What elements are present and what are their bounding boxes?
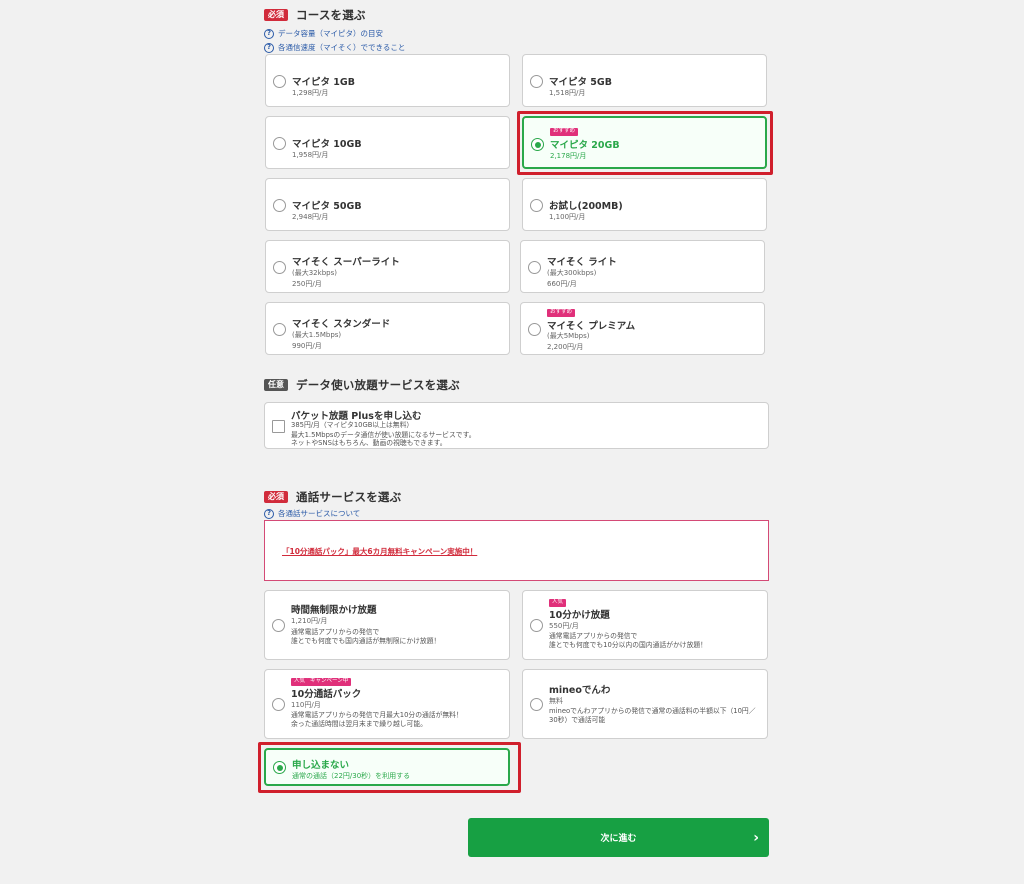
popular-tag: 人気 (549, 599, 567, 607)
plan-card-mypita-5gb[interactable]: マイピタ 5GB 1,518円/月 (522, 54, 767, 107)
popular-tag: 人気 (291, 678, 309, 686)
plan-card-mypita-1gb[interactable]: マイピタ 1GB 1,298円/月 (265, 54, 510, 107)
campaign-link[interactable]: 「10分通話パック」最大6カ月無料キャンペーン実施中！ (282, 546, 477, 557)
radio-button[interactable] (530, 698, 543, 711)
course-section-header: 必須 コースを選ぶ (264, 7, 366, 23)
radio-button[interactable] (273, 137, 286, 150)
question-icon: ? (264, 28, 274, 39)
call-option-mineo-denwa[interactable]: mineoでんわ 無料 mineoでんわアプリからの発信で通常の通話料の半額以下… (522, 669, 768, 739)
required-badge: 必須 (264, 9, 288, 21)
chevron-right-icon: › (753, 830, 759, 846)
question-icon: ? (264, 42, 274, 53)
radio-button[interactable] (273, 323, 286, 336)
call-option-10min-pack[interactable]: 人気 キャンペーン中 10分通話パック 110円/月 通常電話アプリからの発信で… (264, 669, 510, 739)
call-service-section-header: 必須 通話サービスを選ぶ (264, 489, 401, 505)
help-link-data-capacity[interactable]: ? データ容量（マイピタ）の目安 (264, 28, 383, 39)
data-service-section-header: 任意 データ使い放題サービスを選ぶ (264, 377, 460, 393)
section-title-data-service: データ使い放題サービスを選ぶ (296, 378, 460, 392)
plan-card-trial-200mb[interactable]: お試し(200MB) 1,100円/月 (522, 178, 767, 231)
call-option-none[interactable]: 申し込まない 通常の通話（22円/30秒）を利用する (264, 748, 510, 786)
plan-card-mysoku-standard[interactable]: マイそく スタンダード (最大1.5Mbps) 990円/月 (265, 302, 510, 355)
help-link-speed[interactable]: ? 各通信速度（マイそく）でできること (264, 42, 405, 53)
radio-button[interactable] (528, 323, 541, 336)
call-option-unlimited[interactable]: 時間無制限かけ放題 1,210円/月 通常電話アプリからの発信で 誰とでも何度で… (264, 590, 510, 660)
radio-button[interactable] (530, 75, 543, 88)
plan-card-mysoku-premium[interactable]: おすすめ マイそく プレミアム (最大5Mbps) 2,200円/月 (520, 302, 765, 355)
checkbox[interactable] (272, 420, 285, 433)
radio-button[interactable] (530, 619, 543, 632)
radio-button[interactable] (273, 75, 286, 88)
plan-card-mysoku-superlight[interactable]: マイそく スーパーライト (最大32kbps) 250円/月 (265, 240, 510, 293)
radio-button[interactable] (272, 698, 285, 711)
optional-badge: 任意 (264, 379, 288, 391)
radio-button[interactable] (528, 261, 541, 274)
campaign-banner: 「10分通話パック」最大6カ月無料キャンペーン実施中！ (264, 520, 769, 581)
next-button[interactable]: 次に進む › (468, 818, 769, 857)
campaign-tag: キャンペーン中 (307, 678, 352, 686)
radio-button[interactable] (530, 199, 543, 212)
call-option-10min-unlimited[interactable]: 人気 10分かけ放題 550円/月 通常電話アプリからの発信で 誰とでも何度でも… (522, 590, 768, 660)
plan-card-mypita-10gb[interactable]: マイピタ 10GB 1,958円/月 (265, 116, 510, 169)
section-title-course: コースを選ぶ (296, 8, 366, 22)
plan-card-mypita-20gb[interactable]: おすすめ マイピタ 20GB 2,178円/月 (522, 116, 767, 169)
radio-button-selected[interactable] (273, 761, 286, 774)
plan-card-mypita-50gb[interactable]: マイピタ 50GB 2,948円/月 (265, 178, 510, 231)
question-icon: ? (264, 508, 274, 519)
radio-button[interactable] (272, 619, 285, 632)
recommend-tag: おすすめ (547, 309, 576, 317)
section-title-call-service: 通話サービスを選ぶ (296, 490, 402, 504)
radio-button[interactable] (273, 199, 286, 212)
radio-button[interactable] (273, 261, 286, 274)
help-link-call-services[interactable]: ? 各通話サービスについて (264, 508, 360, 519)
packet-houdai-plus-option[interactable]: パケット放題 Plusを申し込む 385円/月（マイピタ10GB以上は無料） 最… (264, 402, 769, 449)
required-badge: 必須 (264, 491, 288, 503)
plan-card-mysoku-light[interactable]: マイそく ライト (最大300kbps) 660円/月 (520, 240, 765, 293)
recommend-tag: おすすめ (550, 128, 579, 136)
radio-button-selected[interactable] (531, 138, 544, 151)
